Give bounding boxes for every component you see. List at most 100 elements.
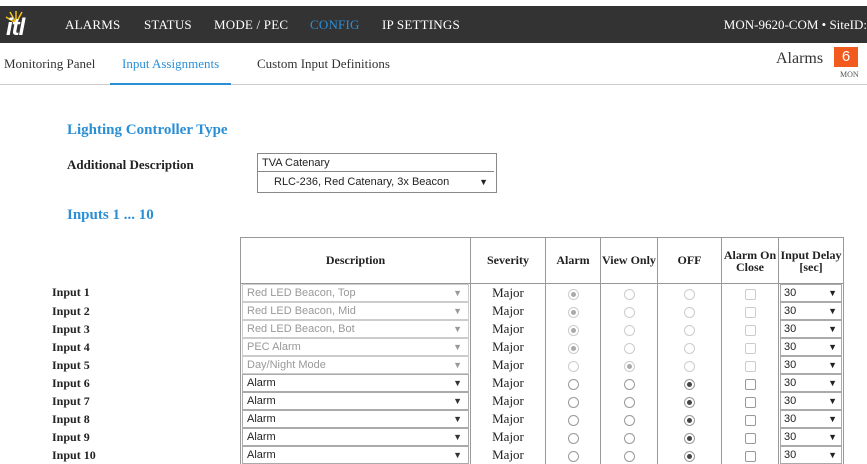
description-select[interactable]: Alarm ▼ [242,428,469,446]
severity-value: Major [470,428,546,446]
input-delay-select[interactable]: 30 ▼ [780,392,842,410]
off-radio[interactable] [684,432,695,444]
table-row: Input 3 Red LED Beacon, Bot ▼ Major 30 ▼ [52,320,844,338]
alarm-on-close-checkbox[interactable] [744,450,756,462]
input-delay-select[interactable]: 30 ▼ [780,356,842,374]
off-radio [684,306,695,318]
description-select: Day/Night Mode ▼ [242,356,469,374]
off-radio [684,288,695,300]
alarm-source: MON [840,70,859,79]
lighting-controller-title: Lighting Controller Type [67,122,228,138]
off-radio[interactable] [684,378,695,390]
nav-mode-pec[interactable]: MODE / PEC [214,6,288,43]
view-only-radio[interactable] [623,432,635,444]
view-only-radio [623,306,635,318]
severity-value: Major [470,283,546,302]
off-radio[interactable] [684,450,695,462]
logo-text: itl [6,14,25,41]
top-bar: itl ALARMS STATUS MODE / PEC CONFIG IP S… [0,0,867,48]
input-label: Input 3 [52,321,90,336]
delay-value: 30 [784,341,797,353]
chevron-down-icon: ▼ [828,432,837,442]
alarm-radio[interactable] [567,396,579,408]
off-radio[interactable] [684,414,695,426]
description-value: Alarm [247,449,276,461]
controller-type-select[interactable]: RLC-236, Red Catenary, 3x Beacon ▼ [258,173,494,191]
table-row: Input 8 Alarm ▼ Major 30 ▼ [52,410,844,428]
delay-value: 30 [784,413,797,425]
alarm-radio [567,288,579,300]
input-delay-select[interactable]: 30 ▼ [780,302,842,320]
alarm-radio[interactable] [567,378,579,390]
tab-monitoring-panel[interactable]: Monitoring Panel [4,43,95,84]
description-value: Alarm [247,431,276,443]
alarm-radio[interactable] [567,414,579,426]
input-delay-select[interactable]: 30 ▼ [780,446,842,464]
alarm-on-close-checkbox[interactable] [744,414,756,426]
alarm-count-badge[interactable]: 6 [834,47,858,67]
chevron-down-icon: ▼ [453,360,462,370]
alarm-radio [567,306,579,318]
alarms-label: Alarms [776,50,824,67]
tab-input-assignments[interactable]: Input Assignments [110,43,232,85]
table-row: Input 4 PEC Alarm ▼ Major 30 ▼ [52,338,844,356]
chevron-down-icon: ▼ [453,342,462,352]
chevron-down-icon: ▼ [453,432,462,442]
tab-custom-input-definitions[interactable]: Custom Input Definitions [257,43,390,84]
input-delay-select[interactable]: 30 ▼ [780,284,842,302]
additional-description-input[interactable]: TVA Catenary [258,154,494,172]
header-view-only: View Only [600,237,658,284]
nav-config[interactable]: CONFIG [310,6,360,43]
input-delay-select[interactable]: 30 ▼ [780,410,842,428]
alarm-on-close-checkbox[interactable] [744,378,756,390]
description-select[interactable]: Alarm ▼ [242,410,469,428]
chevron-down-icon: ▼ [479,177,488,187]
input-label: Input 1 [52,285,90,300]
view-only-radio [623,342,635,354]
view-only-radio[interactable] [623,378,635,390]
additional-description-label: Additional Description [67,157,194,172]
chevron-down-icon: ▼ [453,306,462,316]
description-select[interactable]: Alarm ▼ [242,446,469,464]
alarm-on-close-checkbox [744,306,756,318]
alarm-on-close-checkbox[interactable] [744,396,756,408]
input-delay-select[interactable]: 30 ▼ [780,320,842,338]
input-label: Input 5 [52,357,90,372]
alarm-on-close-checkbox [744,342,756,354]
delay-value: 30 [784,449,797,461]
alarm-radio[interactable] [567,450,579,462]
off-radio[interactable] [684,396,695,408]
view-only-radio[interactable] [623,450,635,462]
table-row: Input 2 Red LED Beacon, Mid ▼ Major 30 ▼ [52,302,844,320]
nav-alarms[interactable]: ALARMS [65,6,120,43]
alarm-on-close-checkbox[interactable] [744,432,756,444]
input-label: Input 9 [52,429,90,444]
chevron-down-icon: ▼ [828,414,837,424]
view-only-radio[interactable] [623,396,635,408]
header-alarm: Alarm [545,237,601,284]
severity-value: Major [470,320,546,338]
lighting-controller-box: TVA Catenary RLC-236, Red Catenary, 3x B… [257,153,497,193]
input-delay-select[interactable]: 30 ▼ [780,428,842,446]
input-delay-select[interactable]: 30 ▼ [780,374,842,392]
inputs-table: Description Severity Alarm View Only OFF… [52,237,844,464]
chevron-down-icon: ▼ [828,306,837,316]
description-value: Red LED Beacon, Bot [247,323,355,335]
header-alarm-on-close: Alarm On Close [721,237,779,284]
header-off: OFF [657,237,722,284]
delay-value: 30 [784,377,797,389]
sub-nav: Monitoring Panel Input Assignments Custo… [0,43,867,85]
input-delay-select[interactable]: 30 ▼ [780,338,842,356]
severity-value: Major [470,410,546,428]
chevron-down-icon: ▼ [828,360,837,370]
description-select[interactable]: Alarm ▼ [242,374,469,392]
off-radio [684,360,695,372]
off-radio [684,324,695,336]
view-only-radio[interactable] [623,414,635,426]
alarm-radio[interactable] [567,432,579,444]
table-row: Input 5 Day/Night Mode ▼ Major 30 ▼ [52,356,844,374]
nav-ip-settings[interactable]: IP SETTINGS [382,6,460,43]
description-select[interactable]: Alarm ▼ [242,392,469,410]
alarm-on-close-checkbox [744,360,756,372]
nav-status[interactable]: STATUS [144,6,192,43]
